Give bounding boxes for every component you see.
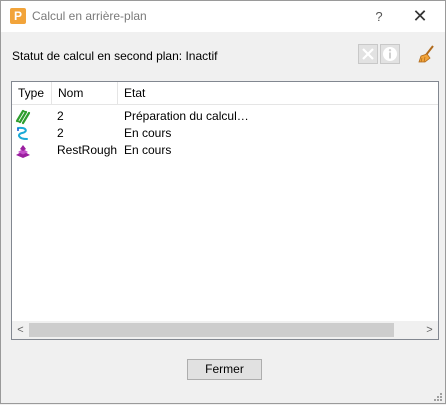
- task-name: 2: [57, 126, 64, 140]
- app-logo-letter: P: [13, 9, 22, 23]
- rest-roughing-icon: [14, 142, 34, 159]
- title-bar[interactable]: P Calcul en arrière-plan ? ✕: [1, 1, 445, 32]
- resize-grip-icon[interactable]: [433, 391, 443, 401]
- app-logo-icon: P: [10, 8, 26, 24]
- info-icon: [383, 47, 397, 61]
- column-header-nom[interactable]: Nom: [52, 82, 118, 104]
- horizontal-scrollbar[interactable]: < >: [12, 321, 438, 339]
- list-item[interactable]: 2 En cours: [12, 125, 438, 142]
- list-item[interactable]: 2 Préparation du calcul…: [12, 108, 438, 125]
- list-item[interactable]: RestRough En cours: [12, 142, 438, 159]
- close-window-button[interactable]: ✕: [397, 1, 443, 32]
- scroll-left-button[interactable]: <: [12, 321, 29, 339]
- broom-icon: [418, 45, 434, 63]
- column-header-etat[interactable]: Etat: [118, 82, 438, 104]
- clear-list-button[interactable]: [417, 44, 437, 64]
- info-button[interactable]: [380, 44, 400, 64]
- task-name: RestRough: [57, 143, 118, 157]
- column-header-type[interactable]: Type: [12, 82, 52, 104]
- task-status: En cours: [124, 143, 172, 157]
- scroll-right-button[interactable]: >: [421, 321, 438, 339]
- list-header: Type Nom Etat: [12, 82, 438, 105]
- task-status: Préparation du calcul…: [124, 109, 249, 123]
- window-title: Calcul en arrière-plan: [32, 9, 147, 23]
- scroll-thumb[interactable]: [29, 323, 394, 337]
- cancel-icon: [362, 48, 374, 60]
- toolpath-curve-icon: [14, 125, 34, 142]
- help-button[interactable]: ?: [361, 1, 397, 32]
- background-status-label: Statut de calcul en second plan: Inactif: [12, 49, 218, 63]
- toolpath-zigzag-icon: [14, 108, 34, 125]
- task-name: 2: [57, 109, 64, 123]
- background-tasks-list[interactable]: Type Nom Etat 2 Préparation du calcul… 2: [11, 81, 439, 340]
- dialog-window: P Calcul en arrière-plan ? ✕ Statut de c…: [0, 0, 446, 404]
- cancel-calculation-button[interactable]: [358, 44, 378, 64]
- close-button[interactable]: Fermer: [187, 359, 262, 380]
- task-status: En cours: [124, 126, 172, 140]
